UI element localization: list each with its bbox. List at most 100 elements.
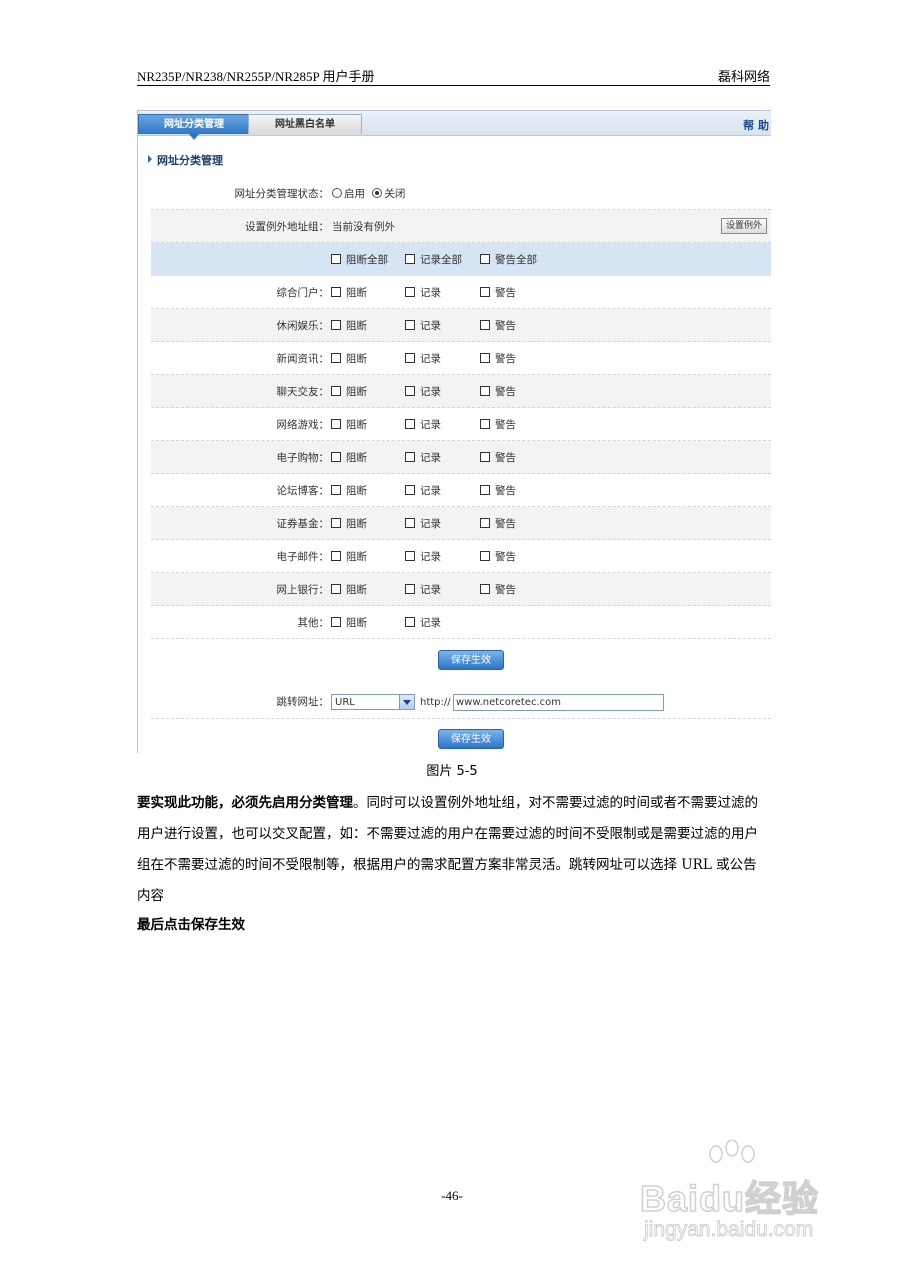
redirect-type-select[interactable]: URL — [331, 694, 415, 710]
log-option[interactable]: 记录 — [405, 351, 441, 366]
block-all-option[interactable]: 阻断全部 — [331, 252, 388, 267]
log-checkbox[interactable] — [405, 485, 415, 495]
block-option[interactable]: 阻断 — [331, 516, 367, 531]
block-option[interactable]: 阻断 — [331, 285, 367, 300]
warn-checkbox[interactable] — [480, 452, 490, 462]
log-checkbox[interactable] — [405, 518, 415, 528]
block-option[interactable]: 阻断 — [331, 582, 367, 597]
category-label: 论坛博客： — [276, 485, 330, 497]
protocol-prefix: http:// — [420, 697, 451, 708]
warn-option[interactable]: 警告 — [480, 318, 516, 333]
warn-checkbox[interactable] — [480, 485, 490, 495]
block-checkbox[interactable] — [331, 320, 341, 330]
block-checkbox[interactable] — [331, 419, 341, 429]
log-option[interactable]: 记录 — [405, 549, 441, 564]
warn-option[interactable]: 警告 — [480, 285, 516, 300]
save-button[interactable]: 保存生效 — [438, 650, 504, 670]
warn-option[interactable]: 警告 — [480, 450, 516, 465]
warn-checkbox[interactable] — [480, 419, 490, 429]
active-tab-pointer-icon — [189, 134, 199, 140]
warn-checkbox[interactable] — [480, 551, 490, 561]
block-option[interactable]: 阻断 — [331, 549, 367, 564]
block-checkbox[interactable] — [331, 485, 341, 495]
warn-option[interactable]: 警告 — [480, 483, 516, 498]
block-checkbox[interactable] — [331, 287, 341, 297]
warn-checkbox[interactable] — [480, 287, 490, 297]
exception-row: 设置例外地址组： 当前没有例外 设置例外 — [151, 210, 771, 243]
warn-checkbox[interactable] — [480, 320, 490, 330]
log-checkbox[interactable] — [405, 617, 415, 627]
log-checkbox[interactable] — [405, 386, 415, 396]
log-checkbox[interactable] — [405, 353, 415, 363]
log-checkbox[interactable] — [405, 287, 415, 297]
radio-disable[interactable] — [372, 188, 383, 198]
block-option[interactable]: 阻断 — [331, 351, 367, 366]
warn-all-checkbox[interactable] — [480, 254, 490, 264]
save-button-bottom[interactable]: 保存生效 — [438, 729, 504, 749]
select-all-row: 阻断全部 记录全部 警告全部 — [151, 243, 771, 276]
category-row: 证券基金： 阻断 记录 警告 — [151, 507, 771, 540]
category-row: 网上银行： 阻断 记录 警告 — [151, 573, 771, 606]
log-option[interactable]: 记录 — [405, 615, 441, 630]
warn-checkbox[interactable] — [480, 584, 490, 594]
log-option[interactable]: 记录 — [405, 384, 441, 399]
log-checkbox[interactable] — [405, 452, 415, 462]
log-option[interactable]: 记录 — [405, 582, 441, 597]
log-option[interactable]: 记录 — [405, 285, 441, 300]
block-checkbox[interactable] — [331, 353, 341, 363]
block-option[interactable]: 阻断 — [331, 417, 367, 432]
ui-screenshot: 网址分类管理 网址黑白名单 帮 助 网址分类管理 网址分类管理状态： 启用 关闭… — [137, 110, 771, 753]
log-checkbox[interactable] — [405, 320, 415, 330]
block-option[interactable]: 阻断 — [331, 384, 367, 399]
warn-checkbox[interactable] — [480, 353, 490, 363]
block-option[interactable]: 阻断 — [331, 483, 367, 498]
log-option[interactable]: 记录 — [405, 318, 441, 333]
category-row: 网络游戏： 阻断 记录 警告 — [151, 408, 771, 441]
category-row: 休闲娱乐： 阻断 记录 警告 — [151, 309, 771, 342]
tab-url-blacklist[interactable]: 网址黑白名单 — [248, 114, 362, 134]
log-all-option[interactable]: 记录全部 — [405, 252, 462, 267]
block-checkbox[interactable] — [331, 452, 341, 462]
category-label: 网上银行： — [276, 584, 330, 596]
log-checkbox[interactable] — [405, 419, 415, 429]
tab-category-management[interactable]: 网址分类管理 — [138, 114, 250, 134]
block-option[interactable]: 阻断 — [331, 615, 367, 630]
log-checkbox[interactable] — [405, 551, 415, 561]
category-label: 其他： — [297, 617, 330, 629]
category-row: 新闻资讯： 阻断 记录 警告 — [151, 342, 771, 375]
warn-option[interactable]: 警告 — [480, 417, 516, 432]
block-all-checkbox[interactable] — [331, 254, 341, 264]
section-title: 网址分类管理 — [148, 152, 223, 168]
category-label: 证券基金： — [276, 518, 330, 530]
help-link[interactable]: 帮 助 — [743, 117, 769, 133]
block-checkbox[interactable] — [331, 551, 341, 561]
log-option[interactable]: 记录 — [405, 417, 441, 432]
final-instruction: 最后点击保存生效 — [137, 917, 245, 933]
category-label: 电子邮件： — [276, 551, 330, 563]
log-all-checkbox[interactable] — [405, 254, 415, 264]
warn-option[interactable]: 警告 — [480, 384, 516, 399]
baidu-watermark: Baidu经验 jingyan.baidu.com — [639, 1140, 870, 1250]
block-checkbox[interactable] — [331, 386, 341, 396]
block-option[interactable]: 阻断 — [331, 450, 367, 465]
block-option[interactable]: 阻断 — [331, 318, 367, 333]
log-option[interactable]: 记录 — [405, 516, 441, 531]
block-checkbox[interactable] — [331, 584, 341, 594]
warn-option[interactable]: 警告 — [480, 351, 516, 366]
warn-checkbox[interactable] — [480, 386, 490, 396]
warn-option[interactable]: 警告 — [480, 516, 516, 531]
log-checkbox[interactable] — [405, 584, 415, 594]
log-option[interactable]: 记录 — [405, 483, 441, 498]
category-label: 电子购物： — [276, 452, 330, 464]
chevron-down-icon[interactable] — [399, 695, 414, 709]
set-exception-button[interactable]: 设置例外 — [721, 218, 767, 234]
block-checkbox[interactable] — [331, 617, 341, 627]
warn-option[interactable]: 警告 — [480, 582, 516, 597]
warn-all-option[interactable]: 警告全部 — [480, 252, 537, 267]
block-checkbox[interactable] — [331, 518, 341, 528]
warn-option[interactable]: 警告 — [480, 549, 516, 564]
warn-checkbox[interactable] — [480, 518, 490, 528]
redirect-url-input[interactable]: www.netcoretec.com — [453, 694, 664, 711]
log-option[interactable]: 记录 — [405, 450, 441, 465]
radio-enable[interactable] — [332, 188, 342, 198]
